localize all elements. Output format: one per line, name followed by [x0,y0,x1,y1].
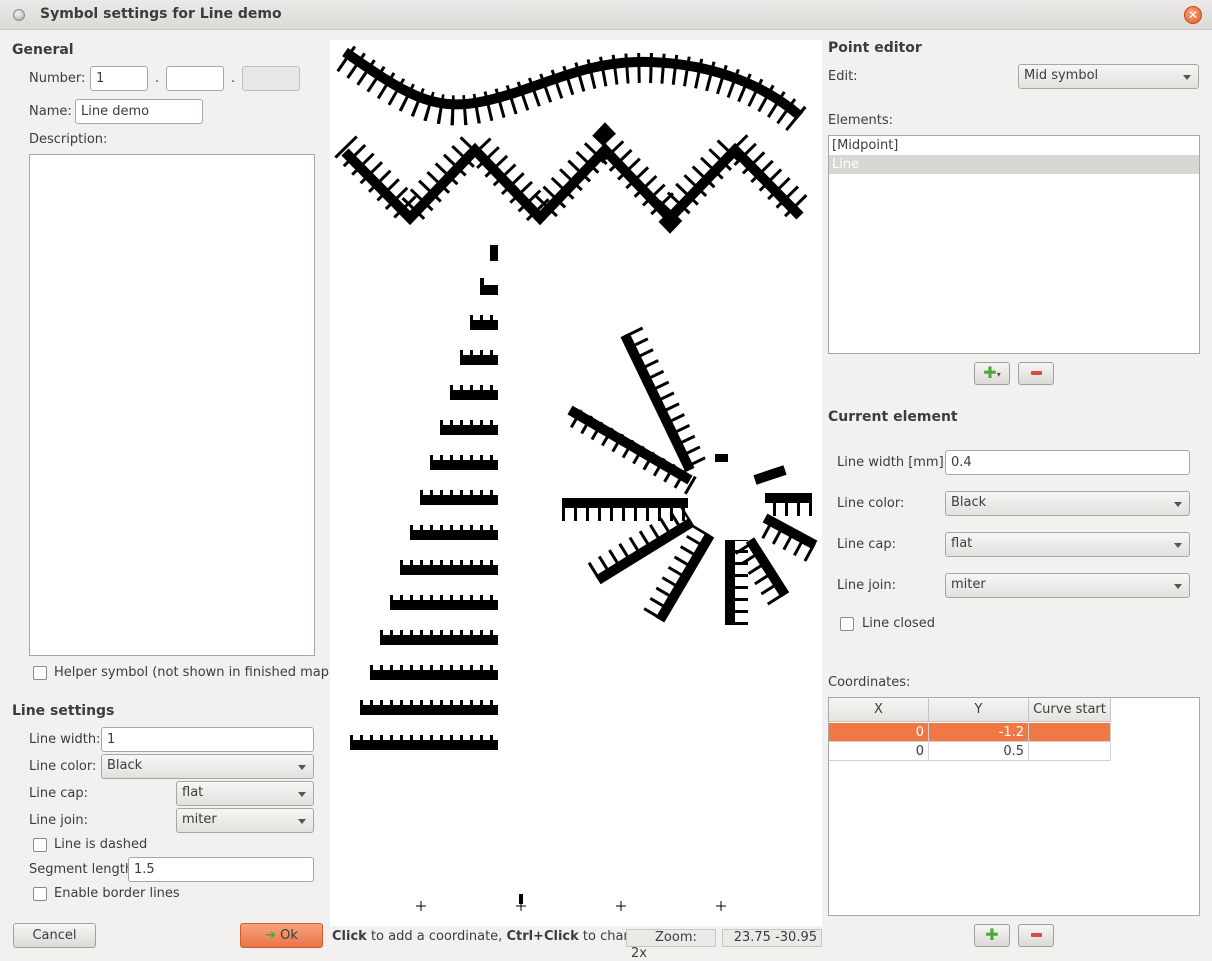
edit-combo[interactable]: Mid symbol [1018,64,1199,89]
plus-icon: ✚ [985,925,999,944]
description-textarea[interactable] [29,154,315,656]
column-header-curve-start[interactable]: Curve start [1029,698,1111,722]
edit-label: Edit: [828,69,858,84]
plus-icon: ✚ [983,363,997,382]
table-cell-x[interactable]: 0 [829,742,929,761]
cursor-coordinates: 23.75 -30.95 [722,929,822,947]
element-join-value: miter [951,577,986,592]
table-cell-y[interactable]: -1.2 [929,723,1029,742]
line-closed-label: Line closed [862,616,935,631]
chevron-down-icon [298,792,306,797]
ok-arrow-icon: ➜ [265,928,276,943]
chevron-down-icon [298,765,306,770]
number-separator-2: . [231,71,236,86]
elements-item-midpoint[interactable]: [Midpoint] [829,136,1199,155]
elements-item-line[interactable]: Line [829,155,1199,174]
line-color-value: Black [107,758,143,773]
border-lines-label: Enable border lines [54,886,180,901]
table-cell-y[interactable]: 0.5 [929,742,1029,761]
line-color-label: Line color: [29,759,97,774]
minus-icon [1030,932,1042,937]
element-color-label: Line color: [837,496,905,511]
segment-length-label: Segment length: [29,862,138,877]
cancel-button[interactable]: Cancel [13,923,96,948]
element-cap-label: Line cap: [837,537,896,552]
add-coordinate-button[interactable]: ✚ [974,924,1010,947]
table-cell-curve-start[interactable] [1029,723,1111,742]
table-cell-x[interactable]: 0 [829,723,929,742]
number-field-3 [242,66,300,91]
coordinates-label: Coordinates: [828,675,911,690]
number-field-1[interactable] [90,66,148,91]
line-join-combo[interactable]: miter [176,808,314,833]
window-title: Symbol settings for Line demo [40,6,282,22]
line-width-field[interactable] [101,727,314,752]
general-heading: General [12,42,74,58]
description-label: Description: [29,132,108,147]
column-header-x[interactable]: X [829,698,929,722]
close-icon[interactable]: ✕ [1184,6,1202,24]
table-cell-curve-start[interactable] [1029,742,1111,761]
remove-coordinate-button[interactable] [1018,924,1054,947]
chevron-down-icon [298,819,306,824]
name-field[interactable] [75,99,203,124]
elements-list[interactable]: [Midpoint] Line [828,135,1200,354]
element-join-combo[interactable]: miter [945,573,1190,598]
line-join-value: miter [182,812,217,827]
number-label: Number: [29,71,86,86]
ok-label: Ok [280,928,298,943]
line-cap-value: flat [182,785,204,800]
line-cap-combo[interactable]: flat [176,781,314,806]
chevron-down-icon [1183,75,1191,80]
point-editor-heading: Point editor [828,40,922,56]
elements-label: Elements: [828,113,893,128]
edit-value: Mid symbol [1024,68,1099,83]
add-element-button[interactable]: ✚▾ [974,362,1010,385]
number-field-2[interactable] [166,66,224,91]
element-width-label: Line width [mm]: [837,455,949,470]
symbol-preview-drawing [334,40,818,911]
remove-element-button[interactable] [1018,362,1054,385]
helper-symbol-checkbox[interactable] [33,666,47,680]
helper-symbol-label: Helper symbol (not shown in finished map… [54,665,335,680]
symbol-preview-canvas[interactable] [330,40,822,926]
minus-icon [1030,370,1042,375]
status-hint-click: Click [332,929,367,944]
chevron-down-icon: ▾ [996,370,1001,379]
element-join-label: Line join: [837,578,897,593]
window-menu-icon[interactable] [13,9,25,21]
status-hint-text-1: to add a coordinate, [366,929,507,944]
border-lines-checkbox[interactable] [33,887,47,901]
element-color-value: Black [951,495,987,510]
ok-button[interactable]: ➜ Ok [240,923,323,948]
line-settings-heading: Line settings [12,703,115,719]
line-dashed-label: Line is dashed [54,837,148,852]
element-cap-combo[interactable]: flat [945,532,1190,557]
status-hint-ctrl-click: Ctrl+Click [506,929,579,944]
element-cap-value: flat [951,536,973,551]
column-header-y[interactable]: Y [929,698,1029,722]
status-hint: Click to add a coordinate, Ctrl+Click to… [332,929,648,944]
line-closed-checkbox[interactable] [840,617,854,631]
chevron-down-icon [1174,502,1182,507]
line-color-combo[interactable]: Black [101,754,314,779]
current-element-heading: Current element [828,409,958,425]
element-width-field[interactable] [945,450,1190,475]
name-label: Name: [29,104,72,119]
line-width-label: Line width: [29,732,101,747]
chevron-down-icon [1174,584,1182,589]
number-separator-1: . [155,71,160,86]
zoom-indicator: Zoom: 2x [626,929,716,961]
element-color-combo[interactable]: Black [945,491,1190,516]
line-cap-label: Line cap: [29,786,88,801]
line-dashed-checkbox[interactable] [33,838,47,852]
zoom-value: Zoom: 2x [631,930,697,961]
line-join-label: Line join: [29,813,89,828]
segment-length-field[interactable] [128,857,314,882]
title-bar: Symbol settings for Line demo ✕ [0,0,1212,30]
chevron-down-icon [1174,543,1182,548]
